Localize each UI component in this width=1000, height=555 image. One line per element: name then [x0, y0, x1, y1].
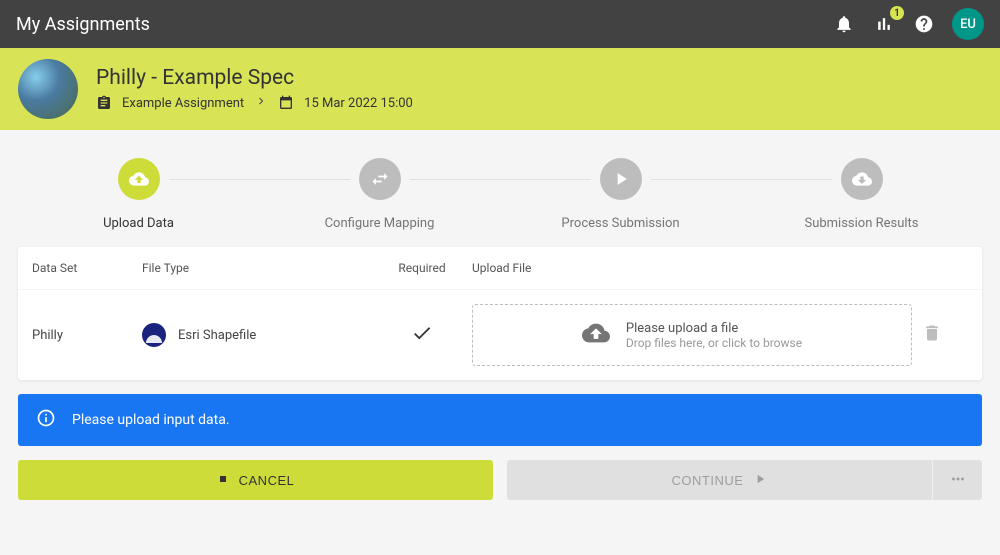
more-horizontal-icon — [949, 470, 967, 491]
chevron-right-icon — [254, 94, 268, 112]
stats-icon[interactable]: 1 — [872, 12, 896, 36]
notifications-icon[interactable] — [832, 12, 856, 36]
spec-thumbnail — [18, 59, 78, 119]
delete-icon[interactable] — [922, 323, 962, 347]
continue-button: CONTINUE — [507, 460, 932, 500]
step-label: Process Submission — [561, 216, 679, 231]
step-label: Configure Mapping — [325, 216, 435, 231]
step-label: Upload Data — [103, 216, 174, 231]
more-actions-button[interactable] — [932, 460, 982, 500]
cancel-button[interactable]: CANCEL — [18, 460, 493, 500]
play-icon — [753, 472, 767, 489]
alert-message: Please upload input data. — [72, 412, 230, 428]
filetype-label: Esri Shapefile — [178, 328, 256, 343]
spec-title: Philly - Example Spec — [96, 66, 413, 90]
help-icon[interactable] — [912, 12, 936, 36]
assignment-icon — [96, 95, 112, 111]
dropzone-subtitle: Drop files here, or click to browse — [626, 336, 802, 350]
avatar[interactable]: EU — [952, 8, 984, 40]
table-row: Philly Esri Shapefile Please upload a fi… — [18, 290, 982, 380]
breadcrumb: Example Assignment 15 Mar 2022 15:00 — [96, 94, 413, 112]
step-label: Submission Results — [804, 216, 918, 231]
step-process-submission — [600, 158, 642, 200]
calendar-icon — [278, 95, 294, 111]
step-submission-results — [841, 158, 883, 200]
cloud-upload-icon — [582, 319, 610, 351]
file-dropzone[interactable]: Please upload a file Drop files here, or… — [472, 304, 912, 366]
required-check-icon — [372, 322, 472, 348]
table-header: Data Set File Type Required Upload File — [18, 247, 982, 290]
breadcrumb-assignment[interactable]: Example Assignment — [122, 96, 244, 111]
page-title: My Assignments — [16, 14, 832, 35]
dataset-name: Philly — [32, 328, 142, 343]
breadcrumb-date: 15 Mar 2022 15:00 — [304, 96, 413, 111]
stop-icon — [217, 473, 229, 488]
info-alert: Please upload input data. — [18, 394, 982, 446]
info-icon — [36, 408, 56, 432]
step-configure-mapping — [359, 158, 401, 200]
globe-icon — [142, 323, 166, 347]
step-upload-data[interactable] — [118, 158, 160, 200]
stats-badge: 1 — [890, 6, 904, 20]
dropzone-title: Please upload a file — [626, 321, 802, 336]
